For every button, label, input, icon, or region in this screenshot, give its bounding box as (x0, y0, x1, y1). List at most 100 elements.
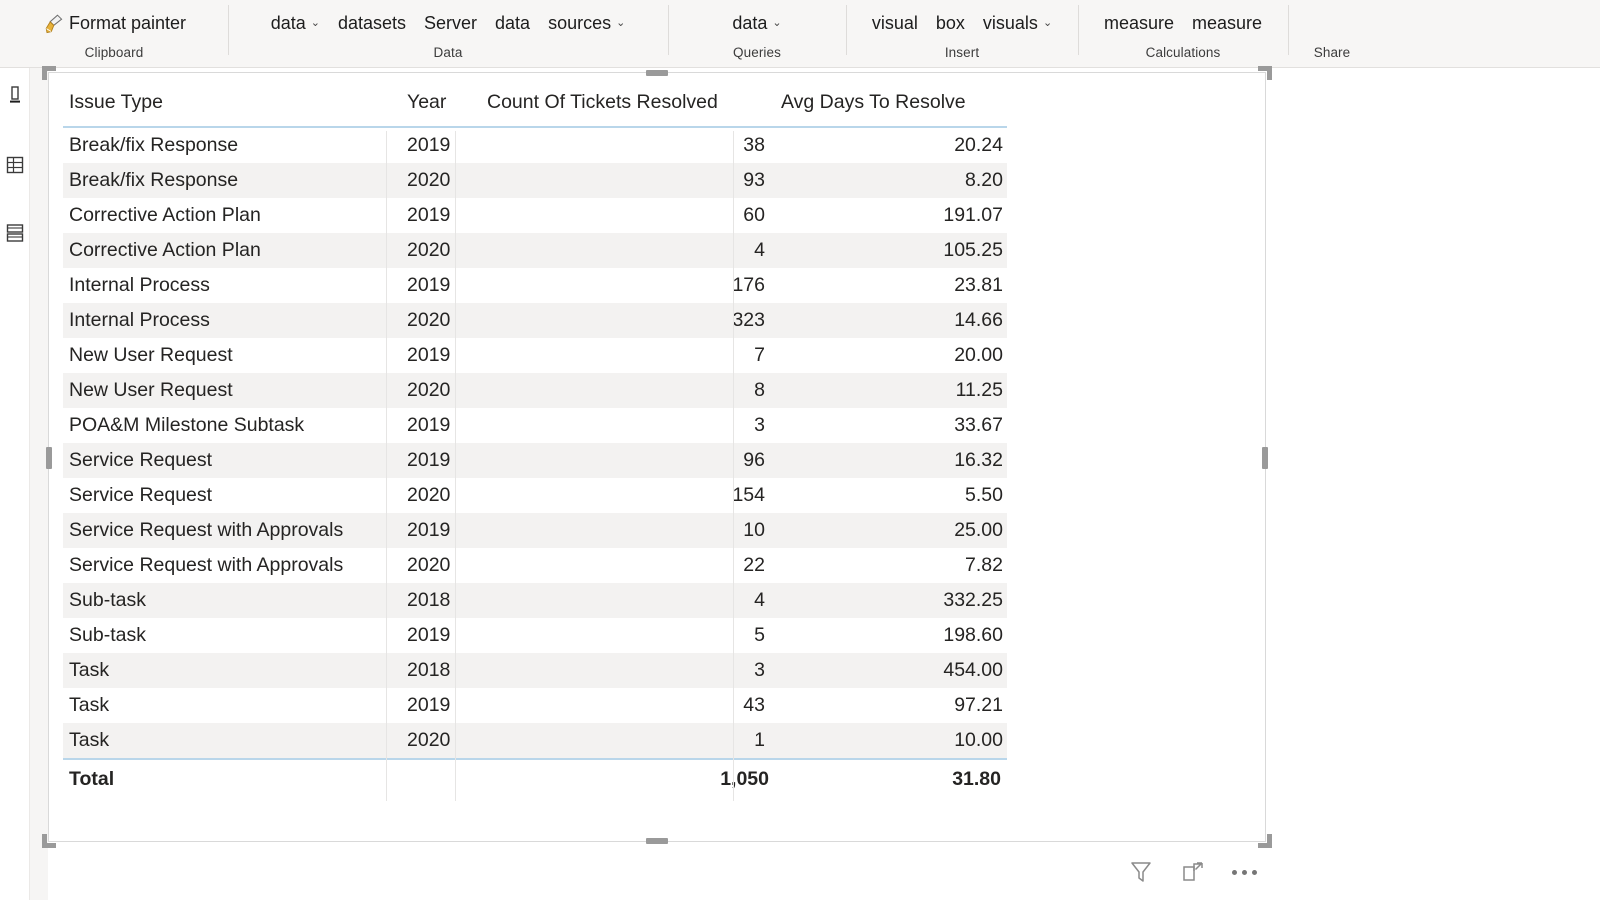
more-options-icon[interactable] (1232, 869, 1257, 875)
column-divider-count (455, 131, 456, 801)
report-view-icon[interactable] (4, 84, 26, 106)
cell-year: 2018 (405, 653, 481, 688)
table-row[interactable]: Task 2018 3 454.00 (63, 653, 1007, 688)
ribbon-groups: Format painter Clipboard data ⌄ datasets Serv… (0, 0, 1600, 67)
cell-issue-type: Service Request (63, 443, 405, 478)
resize-handle-top-right[interactable] (1258, 66, 1272, 80)
cell-avg-days-to-resolve: 8.20 (775, 163, 1007, 198)
column-header-issue-type[interactable]: Issue Type (63, 83, 405, 128)
ribbon-group-items: data ⌄ datasets Server data sources ⌄ (228, 0, 668, 45)
resize-handle-middle-left[interactable] (46, 447, 52, 469)
cell-issue-type: Service Request with Approvals (69, 554, 344, 576)
filter-icon[interactable] (1128, 859, 1154, 885)
resize-handle-top-left[interactable] (42, 66, 56, 80)
cell-avg-days-to-resolve: 97.21 (954, 694, 1003, 716)
cell-count-of-tickets-resolved: 5 (754, 624, 765, 646)
table-row[interactable]: Break/fix Response 2019 38 20.24 (63, 127, 1007, 163)
ribbon-group-items: measure measure (1078, 0, 1288, 45)
ribbon-button-server[interactable]: Server (422, 11, 479, 35)
cell-count-of-tickets-resolved: 4 (481, 583, 775, 618)
chevron-down-icon[interactable]: ⌄ (1043, 18, 1052, 29)
ribbon: Format painter Clipboard data ⌄ datasets Serv… (0, 0, 1600, 68)
cell-count-of-tickets-resolved: 43 (743, 694, 765, 716)
resize-handle-middle-right[interactable] (1262, 447, 1268, 469)
resize-handle-bottom-right[interactable] (1258, 834, 1272, 848)
ribbon-group-items: visual box visuals ⌄ (846, 0, 1078, 45)
ribbon-group-label: Insert (944, 45, 980, 60)
table-row[interactable]: Task 2020 1 10.00 (63, 723, 1007, 759)
ribbon-button-format-painter[interactable]: Format painter (40, 9, 188, 37)
table-row[interactable]: Service Request 2019 96 16.32 (63, 443, 1007, 478)
ribbon-button-measure[interactable]: measure (1190, 11, 1264, 35)
ribbon-button-sources[interactable]: sources ⌄ (546, 11, 627, 35)
table-row[interactable]: Service Request with Approvals 2020 22 7.82 (63, 548, 1007, 583)
ribbon-button-box[interactable]: box (934, 11, 967, 35)
model-view-icon[interactable] (4, 222, 26, 244)
focus-mode-icon[interactable] (1180, 859, 1206, 885)
cell-issue-type: Internal Process (63, 303, 405, 338)
ribbon-button-label: datasets (337, 12, 406, 33)
resize-handle-bottom-center[interactable] (646, 838, 668, 844)
cell-year: 2018 (405, 583, 481, 618)
table-row[interactable]: Task 2019 43 97.21 (63, 688, 1007, 723)
cell-count-of-tickets-resolved: 38 (743, 134, 765, 156)
ribbon-button-label: visual (871, 12, 918, 33)
cell-issue-type: POA&M Milestone Subtask (69, 414, 305, 436)
table-row[interactable]: Corrective Action Plan 2020 4 105.25 (63, 233, 1007, 268)
table-row[interactable]: Internal Process 2020 323 14.66 (63, 303, 1007, 338)
ribbon-button-measure[interactable]: measure (1102, 11, 1176, 35)
ribbon-button-data[interactable]: data (493, 11, 532, 35)
chevron-down-icon[interactable]: ⌄ (616, 18, 625, 29)
ribbon-group-data: data ⌄ datasets Server data sources ⌄ Data (228, 0, 668, 66)
resize-handle-bottom-left[interactable] (42, 834, 56, 848)
cell-year: 2019 (407, 624, 451, 646)
column-divider-avg (733, 131, 734, 801)
chevron-down-icon[interactable]: ⌄ (772, 18, 781, 29)
visual-footer-actions (1128, 859, 1257, 885)
table-row[interactable]: Sub-task 2018 4 332.25 (63, 583, 1007, 618)
cell-count-of-tickets-resolved: 3 (481, 653, 775, 688)
table-row[interactable]: New User Request 2019 7 20.00 (63, 338, 1007, 373)
table-row[interactable]: Break/fix Response 2020 93 8.20 (63, 163, 1007, 198)
table-row[interactable]: POA&M Milestone Subtask 2019 3 33.67 (63, 408, 1007, 443)
cell-year: 2020 (405, 233, 481, 268)
ribbon-button-label: Format painter (68, 12, 187, 33)
ribbon-group-label: Data (433, 45, 463, 60)
ribbon-button-data[interactable]: data ⌄ (730, 11, 783, 35)
cell-issue-type: Corrective Action Plan (69, 204, 261, 226)
column-header-count-of-tickets-resolved[interactable]: Count Of Tickets Resolved (481, 83, 775, 128)
ribbon-group-queries: data ⌄ Queries (668, 0, 846, 66)
cell-count-of-tickets-resolved: 96 (481, 443, 775, 478)
cell-count-of-tickets-resolved: 176 (732, 274, 765, 296)
data-table[interactable]: Issue Type Year Count Of Tickets Resolve… (63, 83, 1007, 797)
table-header-row: Issue Type Year Count Of Tickets Resolve… (63, 83, 1007, 128)
table-row[interactable]: Internal Process 2019 176 23.81 (63, 268, 1007, 303)
table-visual[interactable]: Issue Type Year Count Of Tickets Resolve… (42, 66, 1272, 882)
total-row[interactable]: Total 1,050 31.80 (63, 758, 1007, 797)
cell-count-of-tickets-resolved: 60 (743, 204, 765, 226)
resize-handle-top-center[interactable] (646, 70, 668, 76)
table-row[interactable]: New User Request 2020 8 11.25 (63, 373, 1007, 408)
table-row[interactable]: Service Request with Approvals 2019 10 25.0… (63, 513, 1007, 548)
table-row[interactable]: Sub-task 2019 5 198.60 (63, 618, 1007, 653)
ribbon-button-data[interactable]: data ⌄ (269, 11, 322, 35)
table-header: Issue Type Year Count Of Tickets Resolve… (63, 83, 1007, 128)
cell-avg-days-to-resolve: 7.82 (965, 554, 1003, 576)
column-header-year[interactable]: Year (405, 83, 481, 128)
ribbon-button-visual[interactable]: visual (870, 11, 920, 35)
ribbon-group-label: Queries (733, 45, 781, 60)
ribbon-button-visuals[interactable]: visuals ⌄ (981, 11, 1054, 35)
cell-avg-days-to-resolve: 105.25 (775, 233, 1007, 268)
table-row[interactable]: Service Request 2020 154 5.50 (63, 478, 1007, 513)
ribbon-button-label: box (935, 12, 965, 33)
column-header-avg-days-to-resolve[interactable]: Avg Days To Resolve (775, 83, 1007, 128)
cell-year: 2020 (405, 163, 481, 198)
cell-year: 2020 (405, 303, 481, 338)
ribbon-button-datasets[interactable]: datasets (336, 11, 408, 35)
data-view-icon[interactable] (4, 154, 26, 176)
chevron-down-icon[interactable]: ⌄ (311, 18, 320, 29)
ribbon-group-share: Share (1288, 0, 1376, 66)
column-divider-year (386, 131, 387, 801)
cell-year: 2020 (405, 373, 481, 408)
table-row[interactable]: Corrective Action Plan 2019 60 191.07 (63, 198, 1007, 233)
